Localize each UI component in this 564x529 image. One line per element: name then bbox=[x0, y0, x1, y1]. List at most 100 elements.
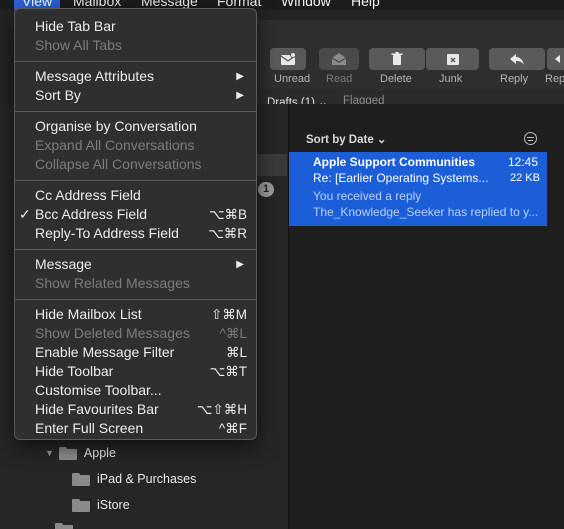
junk-label: Junk bbox=[439, 73, 463, 85]
menu-item-cc-address-field[interactable]: Cc Address Field bbox=[15, 186, 256, 205]
menu-item-label: Show All Tabs bbox=[35, 37, 122, 53]
menu-help[interactable]: Help bbox=[351, 0, 380, 9]
menu-item-bcc-address-field[interactable]: ✓ Bcc Address Field ⌥⌘B bbox=[15, 205, 256, 224]
message-sender: Apple Support Communities bbox=[313, 155, 475, 169]
reply-all-icon bbox=[555, 55, 560, 63]
folder-label: Apple bbox=[83, 446, 116, 460]
menu-item-label: Hide Toolbar bbox=[35, 363, 114, 379]
folder-icon bbox=[58, 446, 77, 460]
delete-label: Delete bbox=[380, 73, 412, 85]
unread-label: Unread bbox=[274, 73, 311, 85]
menu-item-label: Enter Full Screen bbox=[35, 420, 144, 436]
checkmark-icon: ✓ bbox=[19, 206, 31, 222]
submenu-arrow-icon: ▶ bbox=[236, 259, 244, 270]
submenu-arrow-icon: ▶ bbox=[236, 90, 244, 101]
menu-item-label: Show Related Messages bbox=[35, 275, 190, 291]
menu-item-label: Show Deleted Messages bbox=[35, 325, 190, 341]
menu-item-label: Bcc Address Field bbox=[35, 206, 148, 222]
menu-item-sort-by[interactable]: Sort By ▶ bbox=[15, 86, 256, 105]
menu-item-shortcut: ⌘L bbox=[225, 345, 247, 360]
menu-item-message-attributes[interactable]: Message Attributes ▶ bbox=[15, 67, 256, 86]
toolbar: Unread Read Delete Junk Reply Rep bbox=[257, 20, 564, 90]
menu-item-show-all-tabs: Show All Tabs bbox=[15, 36, 256, 55]
menu-item-message[interactable]: Message ▶ bbox=[15, 255, 256, 274]
menu-separator bbox=[15, 249, 256, 250]
message-row[interactable]: Apple Support Communities 12:45 Re: [Ear… bbox=[289, 152, 547, 226]
junk-button[interactable] bbox=[425, 48, 479, 70]
menu-item-shortcut: ⌥⌘B bbox=[208, 207, 247, 222]
menu-item-label: Expand All Conversations bbox=[35, 137, 195, 153]
menu-item-label: Customise Toolbar... bbox=[35, 382, 162, 398]
menu-separator bbox=[15, 61, 256, 62]
view-menu: Hide Tab Bar Show All Tabs Message Attri… bbox=[14, 8, 257, 440]
read-button[interactable] bbox=[319, 48, 359, 70]
sort-by-date-button[interactable]: Sort by Date ⌄ bbox=[306, 132, 387, 146]
menu-item-organise-by-conversation[interactable]: Organise by Conversation bbox=[15, 117, 256, 136]
menu-item-label: Hide Mailbox List bbox=[35, 306, 142, 322]
envelope-icon bbox=[280, 52, 296, 65]
menu-item-label: Reply-To Address Field bbox=[35, 225, 179, 241]
junk-icon bbox=[446, 54, 459, 65]
folder-label: iPad & Purchases bbox=[97, 472, 197, 486]
message-preview-line2: The_Knowledge_Seeker has replied to y... bbox=[313, 205, 539, 219]
menu-item-shortcut: ⌥⌘T bbox=[209, 364, 247, 379]
menu-item-label: Sort By bbox=[35, 87, 81, 103]
submenu-arrow-icon: ▶ bbox=[236, 71, 244, 82]
folder-label: iStore bbox=[97, 498, 130, 512]
message-size: 22 KB bbox=[510, 172, 540, 184]
reply-label: Reply bbox=[500, 73, 529, 85]
read-label: Read bbox=[326, 73, 353, 85]
trash-icon bbox=[391, 52, 403, 65]
folder-icon bbox=[55, 523, 73, 529]
envelope-open-icon bbox=[331, 53, 347, 65]
menu-item-hide-toolbar[interactable]: Hide Toolbar ⌥⌘T bbox=[15, 362, 256, 381]
unread-button[interactable] bbox=[270, 48, 306, 70]
menu-item-hide-mailbox-list[interactable]: Hide Mailbox List ⇧⌘M bbox=[15, 305, 256, 324]
menu-item-shortcut: ⇧⌘M bbox=[210, 307, 247, 322]
delete-button[interactable] bbox=[369, 48, 425, 70]
menu-item-hide-favourites-bar[interactable]: Hide Favourites Bar ⌥⇧⌘H bbox=[15, 400, 256, 419]
menu-item-label: Hide Tab Bar bbox=[35, 18, 116, 34]
menu-item-label: Organise by Conversation bbox=[35, 118, 197, 134]
folder-ipad-purchases[interactable]: iPad & Purchases bbox=[72, 472, 196, 486]
menu-item-show-related-messages: Show Related Messages bbox=[15, 274, 256, 293]
folder-istore[interactable]: iStore bbox=[72, 498, 130, 512]
reply-icon bbox=[510, 54, 524, 65]
menu-separator bbox=[15, 299, 256, 300]
menu-item-shortcut: ^⌘F bbox=[218, 421, 247, 436]
disclosure-triangle-icon[interactable]: ▼ bbox=[45, 448, 54, 458]
menu-item-hide-tab-bar[interactable]: Hide Tab Bar bbox=[15, 17, 256, 36]
filter-icon[interactable] bbox=[524, 132, 537, 145]
menu-item-label: Enable Message Filter bbox=[35, 344, 175, 360]
folder-apple[interactable]: ▼ Apple bbox=[45, 446, 116, 460]
message-time: 12:45 bbox=[508, 155, 539, 169]
menu-item-customise-toolbar[interactable]: Customise Toolbar... bbox=[15, 381, 256, 400]
menu-item-expand-all-conversations: Expand All Conversations bbox=[15, 136, 256, 155]
reply-button[interactable] bbox=[489, 48, 545, 70]
message-list: Sort by Date ⌄ Apple Support Communities… bbox=[288, 104, 564, 529]
menu-separator bbox=[15, 180, 256, 181]
reply-all-button[interactable] bbox=[547, 48, 564, 70]
selected-mailbox-highlight bbox=[257, 154, 287, 176]
menu-item-enter-full-screen[interactable]: Enter Full Screen ^⌘F bbox=[15, 419, 256, 438]
unread-count-badge: 1 bbox=[258, 182, 274, 197]
menu-item-show-deleted-messages: Show Deleted Messages ^⌘L bbox=[15, 324, 256, 343]
menu-item-collapse-all-conversations: Collapse All Conversations bbox=[15, 155, 256, 174]
menu-item-label: Hide Favourites Bar bbox=[35, 401, 159, 417]
menu-item-reply-to-address-field[interactable]: Reply-To Address Field ⌥⌘R bbox=[15, 224, 256, 243]
sort-bar: Sort by Date ⌄ bbox=[289, 128, 564, 150]
message-subject: Re: [Earlier Operating Systems... bbox=[313, 171, 489, 185]
menu-item-shortcut: ⌥⇧⌘H bbox=[196, 402, 247, 417]
message-preview-line1: You received a reply bbox=[313, 189, 422, 203]
menu-window[interactable]: Window bbox=[281, 0, 331, 9]
menu-item-enable-message-filter[interactable]: Enable Message Filter ⌘L bbox=[15, 343, 256, 362]
menu-item-label: Collapse All Conversations bbox=[35, 156, 202, 172]
menu-item-label: Message bbox=[35, 256, 92, 272]
folder-icon bbox=[72, 472, 90, 486]
folder-icon bbox=[72, 498, 90, 512]
menu-item-label: Cc Address Field bbox=[35, 187, 141, 203]
menu-item-shortcut: ^⌘L bbox=[219, 326, 247, 341]
menu-item-shortcut: ⌥⌘R bbox=[208, 226, 247, 241]
folder-partial[interactable] bbox=[55, 523, 80, 529]
menu-item-label: Message Attributes bbox=[35, 68, 155, 84]
